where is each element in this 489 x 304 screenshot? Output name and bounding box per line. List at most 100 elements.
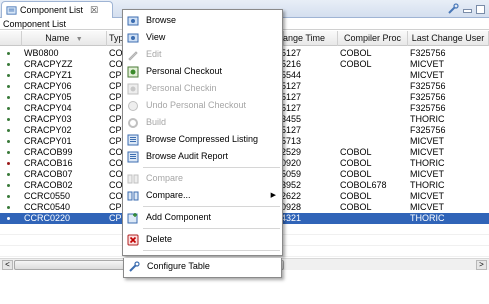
cell-name: CCRC0550 xyxy=(24,191,71,201)
menu-item-view-label: View xyxy=(146,32,166,42)
scroll-left-button[interactable]: < xyxy=(2,260,13,270)
cell-change-time: 2622 xyxy=(281,191,302,201)
cell-name: CRACPY01 xyxy=(24,136,72,146)
cell-name: CRACPY03 xyxy=(24,114,72,124)
menu-item-undo-personal-checkout-label: Undo Personal Checkout xyxy=(146,100,247,110)
cell-last-change-user: MICVET xyxy=(410,147,445,157)
cell-last-change-user: MICVET xyxy=(410,202,445,212)
listing-icon xyxy=(127,134,139,146)
column-header-name-label: Name xyxy=(45,33,70,43)
cell-last-change-user: MICVET xyxy=(410,169,445,179)
cell-name: CRACOB02 xyxy=(24,180,73,190)
build-icon xyxy=(128,118,138,128)
component-list-icon xyxy=(6,5,17,15)
cell-last-change-user: F325756 xyxy=(410,103,446,113)
sort-descending-icon: ▼ xyxy=(75,36,83,43)
menu-item-browse[interactable]: Browse xyxy=(123,12,282,29)
cell-name: CRACPY06 xyxy=(24,81,72,91)
menu-item-browse-audit-report[interactable]: Browse Audit Report xyxy=(123,148,282,165)
add-component-icon xyxy=(127,213,138,224)
menu-item-compare-submenu[interactable]: Compare... ▶ xyxy=(123,187,282,204)
menu-item-personal-checkout[interactable]: Personal Checkout xyxy=(123,63,282,80)
cell-compiler-proc: COBOL xyxy=(340,147,372,157)
cell-change-time: 5127 xyxy=(281,103,302,113)
cell-change-time: 3455 xyxy=(281,114,302,124)
menu-separator xyxy=(143,228,280,229)
status-icon xyxy=(7,206,10,209)
menu-item-build[interactable]: Build xyxy=(123,114,282,131)
menu-item-configure-table[interactable]: Configure Table xyxy=(123,258,282,278)
status-icon xyxy=(7,52,10,55)
scroll-right-button[interactable]: > xyxy=(476,260,487,270)
cell-last-change-user: F325756 xyxy=(410,81,446,91)
menu-item-undo-personal-checkout[interactable]: Undo Personal Checkout xyxy=(123,97,282,114)
checkin-icon xyxy=(127,83,139,95)
menu-item-browse-compressed-listing-label: Browse Compressed Listing xyxy=(146,134,259,144)
menu-item-build-label: Build xyxy=(146,117,167,127)
cell-compiler-proc: COBOL678 xyxy=(340,180,387,190)
status-icon xyxy=(7,217,10,220)
cell-name: CCRC0540 xyxy=(24,202,71,212)
menu-item-add-component[interactable]: Add Component xyxy=(123,209,282,226)
cell-change-time: 0928 xyxy=(281,202,302,212)
status-icon xyxy=(7,129,10,132)
cell-last-change-user: F325756 xyxy=(410,92,446,102)
menu-item-view[interactable]: View xyxy=(123,29,282,46)
browse-icon xyxy=(127,16,139,26)
cell-name: CRACOB16 xyxy=(24,158,73,168)
menu-item-add-component-label: Add Component xyxy=(146,212,212,222)
status-icon xyxy=(7,162,10,165)
column-header-status[interactable] xyxy=(0,31,22,46)
cell-last-change-user: THORIC xyxy=(410,180,445,190)
maximize-button[interactable] xyxy=(476,4,485,14)
tab-component-list[interactable]: Component List ☒ xyxy=(1,1,113,18)
status-icon xyxy=(7,173,10,176)
view-icon xyxy=(127,33,139,43)
status-icon xyxy=(7,140,10,143)
delete-icon xyxy=(127,234,139,246)
menu-item-browse-compressed-listing[interactable]: Browse Compressed Listing xyxy=(123,131,282,148)
cell-name: CRACPY02 xyxy=(24,125,72,135)
cell-last-change-user: MICVET xyxy=(410,70,445,80)
minimize-button[interactable] xyxy=(463,9,472,13)
tab-title: Component List xyxy=(20,5,84,15)
menu-item-compare[interactable]: Compare xyxy=(123,170,282,187)
cell-last-change-user: THORIC xyxy=(410,213,445,223)
status-icon xyxy=(7,107,10,110)
cell-name: CRACOB99 xyxy=(24,147,73,157)
wrench-icon[interactable] xyxy=(447,3,459,15)
status-icon xyxy=(7,151,10,154)
checkout-icon xyxy=(127,66,139,78)
status-icon xyxy=(7,184,10,187)
menu-item-personal-checkin-label: Personal Checkin xyxy=(146,83,217,93)
column-header-last-change-user[interactable]: Last Change User xyxy=(408,31,489,46)
menu-item-edit[interactable]: Edit xyxy=(123,46,282,63)
column-header-compiler-proc[interactable]: Compiler Proc xyxy=(338,31,408,46)
compare-more-icon xyxy=(127,191,139,201)
cell-change-time: 4321 xyxy=(281,213,302,223)
cell-compiler-proc: COBOL xyxy=(340,191,372,201)
cell-name: CCRC0220 xyxy=(24,213,71,223)
menu-item-compare-label: Compare xyxy=(146,173,184,183)
cell-name: WB0800 xyxy=(24,48,59,58)
cell-last-change-user: MICVET xyxy=(410,59,445,69)
column-header-name[interactable]: Name ▼ xyxy=(22,31,107,46)
undo-checkout-icon xyxy=(128,101,138,111)
cell-compiler-proc: COBOL xyxy=(340,59,372,69)
status-icon xyxy=(7,85,10,88)
cell-change-time: 3952 xyxy=(281,180,302,190)
compare-icon xyxy=(127,174,139,184)
cell-name: CRACPYZZ xyxy=(24,59,73,69)
submenu-arrow-icon: ▶ xyxy=(270,192,276,199)
context-menu: Browse View Edit Personal Checkout Perso… xyxy=(122,9,283,256)
cell-name: CRACPY05 xyxy=(24,92,72,102)
menu-item-personal-checkin[interactable]: Personal Checkin xyxy=(123,80,282,97)
audit-report-icon xyxy=(127,151,139,163)
cell-change-time: 5127 xyxy=(281,125,302,135)
cell-name: CRACPYZ1 xyxy=(24,70,73,80)
menu-item-delete[interactable]: Delete xyxy=(123,231,282,248)
cell-last-change-user: THORIC xyxy=(410,158,445,168)
menu-separator xyxy=(143,167,280,168)
cell-last-change-user: THORIC xyxy=(410,114,445,124)
close-tab-icon[interactable]: ☒ xyxy=(90,5,98,16)
